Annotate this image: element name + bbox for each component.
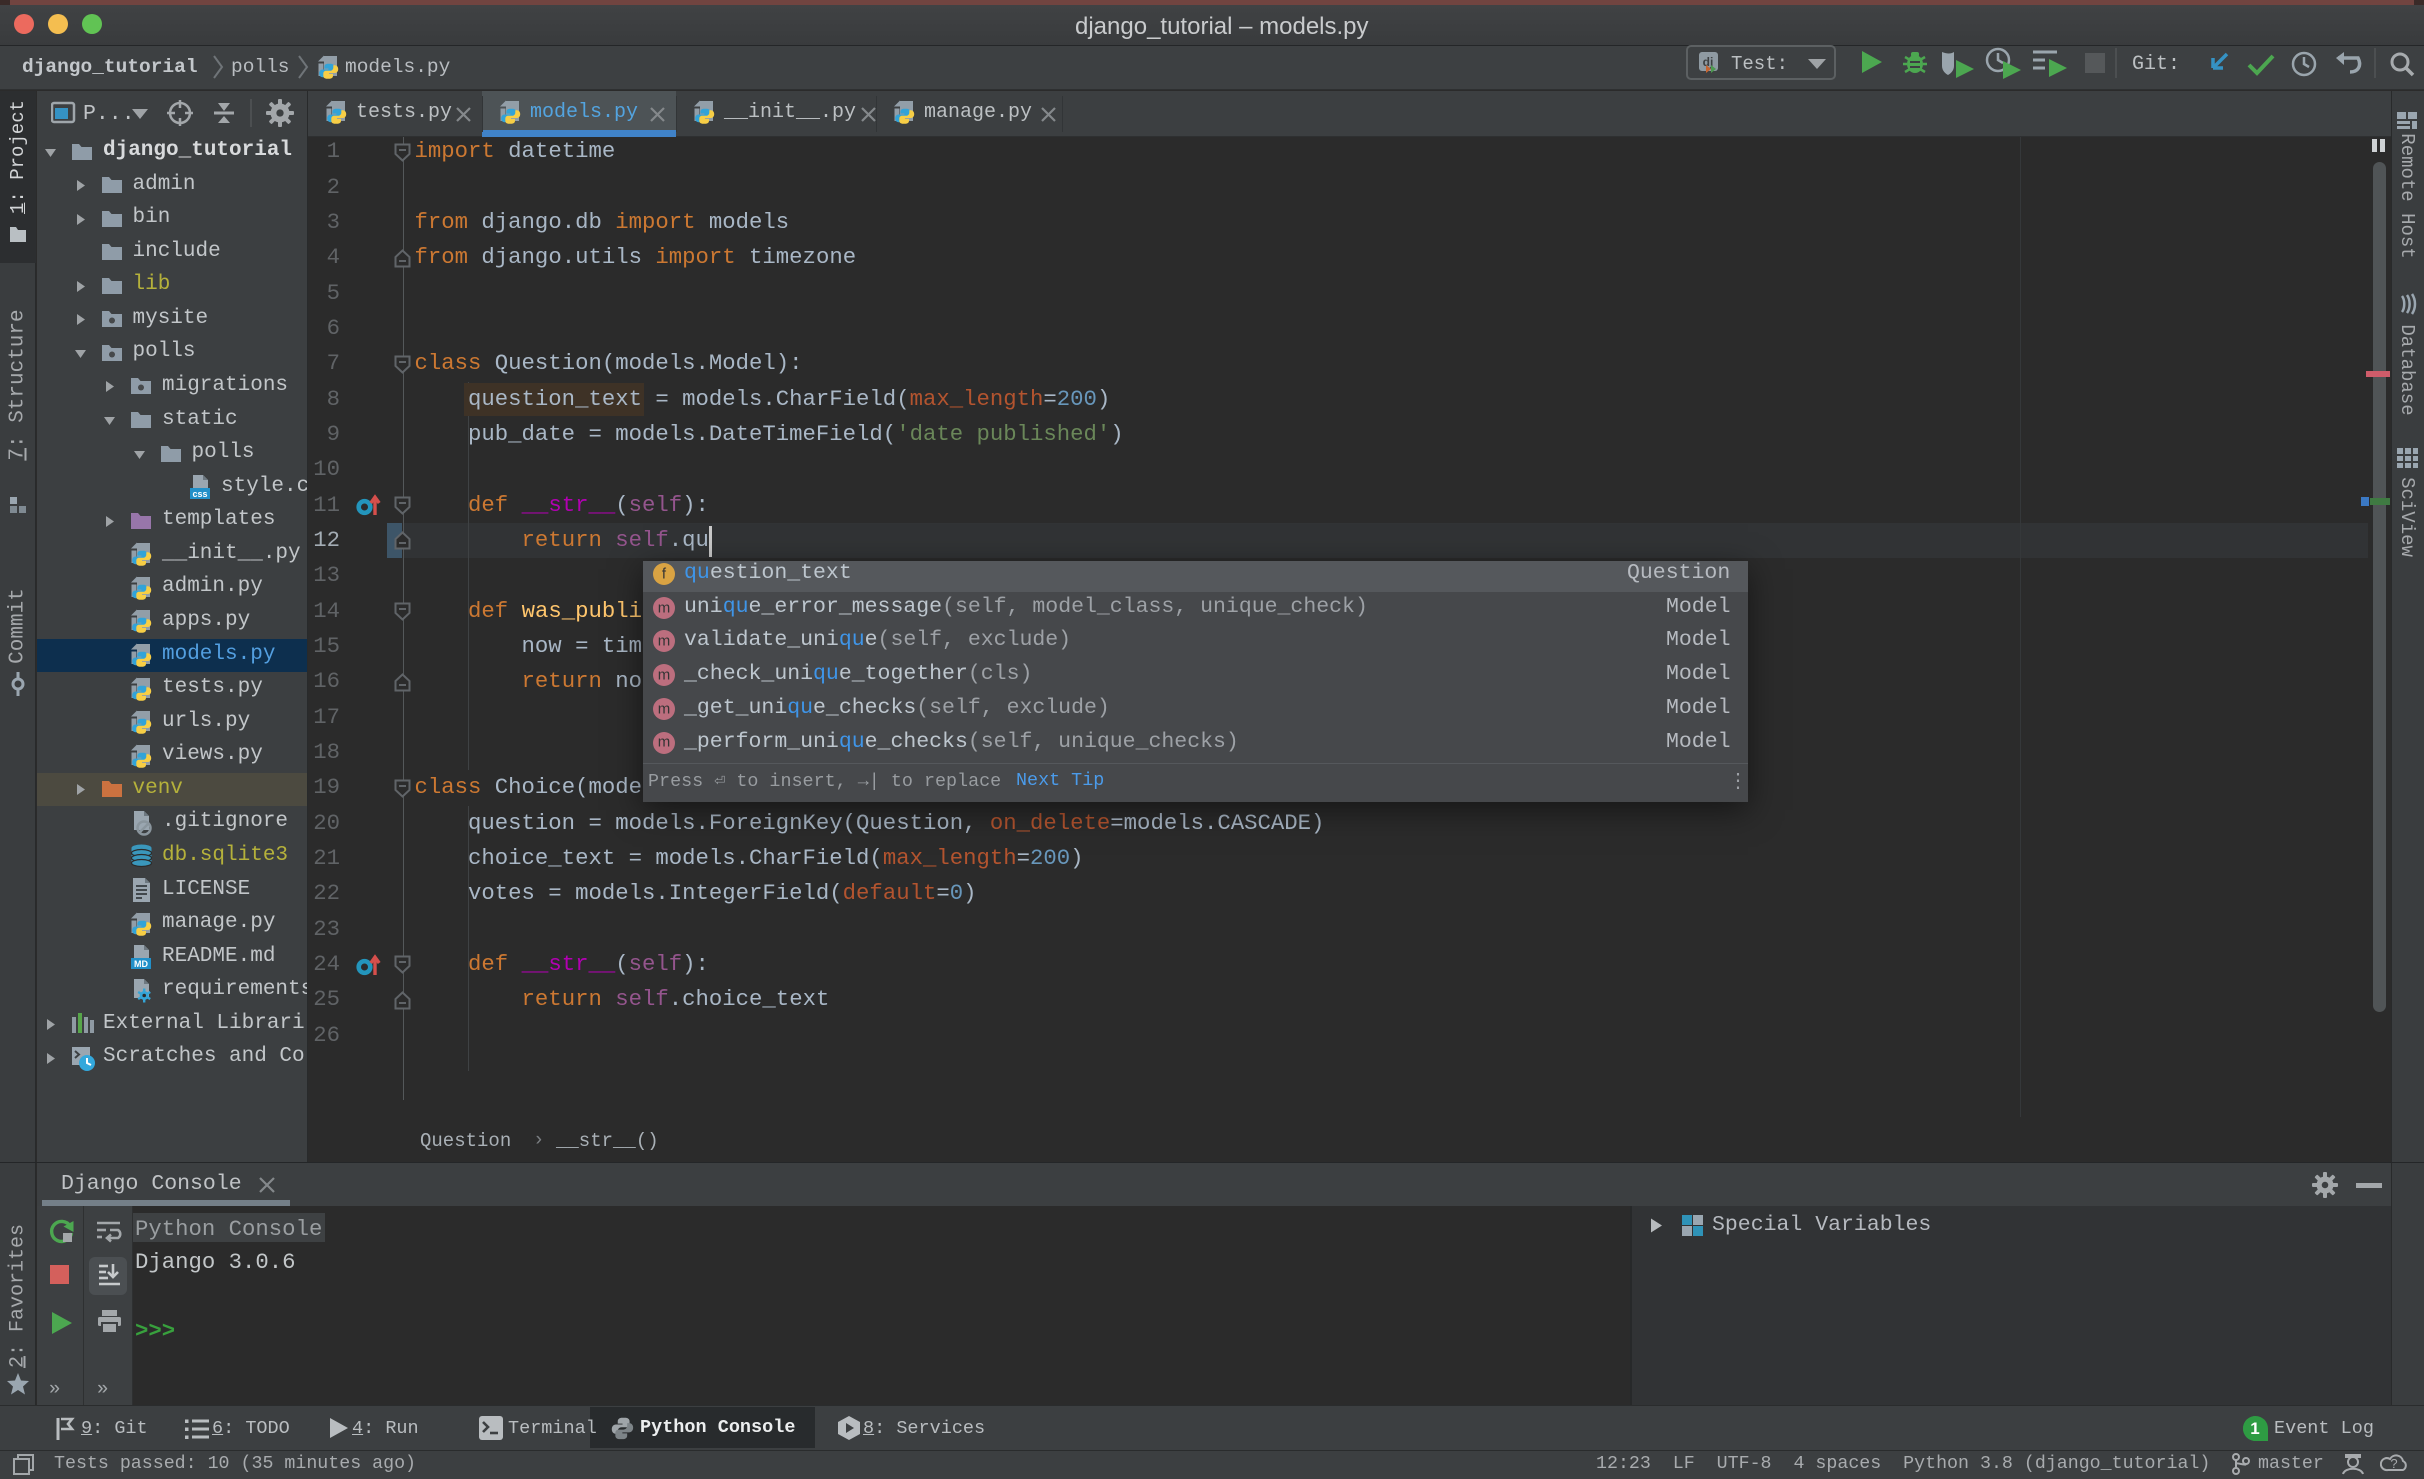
svg-text:?: ? bbox=[2390, 1456, 2397, 1471]
svg-text:MD: MD bbox=[134, 959, 148, 969]
svg-text:css: css bbox=[192, 489, 207, 499]
